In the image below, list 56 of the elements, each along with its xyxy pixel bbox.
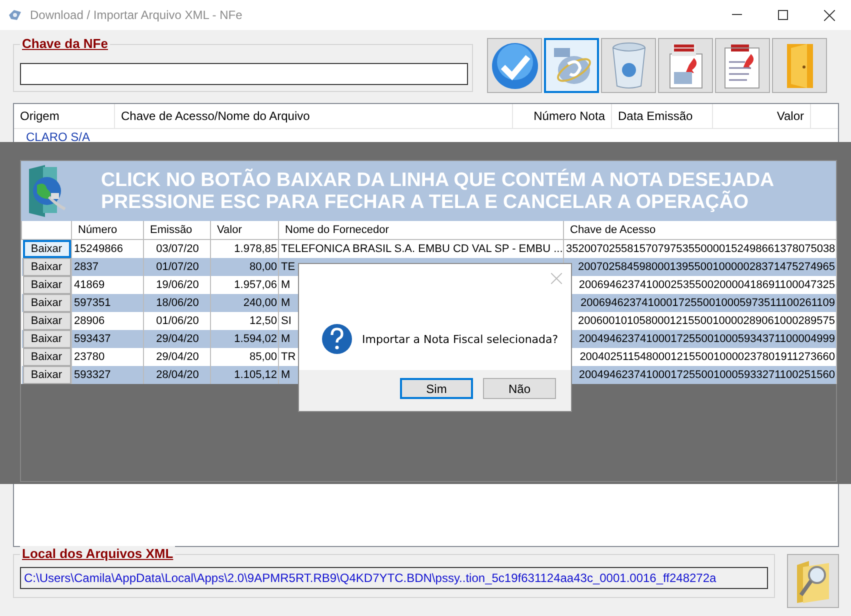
column-header[interactable]: Valor	[713, 104, 811, 128]
path-field[interactable]: C:\Users\Camila\AppData\Local\Apps\2.0\9APMR5RT.RB9\Q4KD7YTC.BDN\pssy..tion_5c19f631124aa43c_0001.0016_ff248272a	[20, 567, 768, 589]
download-button[interactable]: Baixar	[22, 348, 70, 366]
download-button[interactable]: Baixar	[22, 294, 70, 312]
instruction-text: PRESSIONE ESC PARA FECHAR A TELA E CANCELAR A OPERAÇÃO	[101, 191, 750, 213]
column-header[interactable]: Nome do Fornecedor	[278, 221, 564, 240]
table-cell: 1.594,02	[210, 330, 278, 348]
table-cell: 240,00	[210, 294, 278, 312]
table-cell: 28/04/20	[144, 366, 210, 384]
download-button[interactable]: Baixar	[22, 312, 70, 330]
chave-input[interactable]	[20, 63, 468, 85]
door-icon	[784, 42, 814, 90]
toolbar-button[interactable]	[544, 38, 599, 93]
column-header[interactable]: Data Emissão	[612, 104, 713, 128]
dialog-button[interactable]: Sim	[400, 378, 473, 399]
column-header[interactable]: Emissão	[144, 221, 210, 240]
toolbar-button[interactable]	[601, 38, 656, 93]
question-icon	[321, 323, 353, 355]
table-cell: 80,00	[210, 258, 278, 276]
app-icon	[8, 9, 22, 21]
maximize-icon[interactable]	[778, 10, 788, 20]
column-header[interactable]: Origem	[14, 104, 115, 128]
trash-icon	[610, 42, 646, 90]
table-cell: 593437	[72, 330, 144, 348]
column-header[interactable]: Valor	[210, 221, 278, 240]
dialog-button[interactable]: Não	[483, 378, 556, 399]
download-button[interactable]: Baixar	[22, 276, 70, 294]
table-cell: 01/07/20	[144, 258, 210, 276]
table-cell: 597351	[72, 294, 144, 312]
table-cell: 29/04/20	[144, 330, 210, 348]
column-header[interactable]: Número	[72, 221, 144, 240]
download-button[interactable]: Baixar	[22, 258, 70, 276]
group-label: Chave da NFe	[20, 36, 110, 51]
download-button[interactable]: Baixar	[22, 366, 70, 384]
toolbar-button[interactable]	[487, 38, 542, 93]
checkmark-icon	[490, 42, 538, 90]
window-title: Download / Importar Arquivo XML - NFe	[30, 8, 242, 22]
close-icon[interactable]	[824, 10, 835, 20]
group-label: Local dos Arquivos XML	[20, 546, 176, 561]
dialog-message: Importar a Nota Fiscal selecionada?	[362, 332, 558, 346]
instruction-text: CLICK NO BOTÃO BAIXAR DA LINHA QUE CONTÉM A NOTA DESEJADA	[101, 169, 774, 191]
column-header[interactable]: Chave de Acesso/Nome do Arquivo	[115, 104, 513, 128]
toolbar-button[interactable]	[715, 38, 770, 93]
table-cell: 1.105,12	[210, 366, 278, 384]
table-cell: 18/06/20	[144, 294, 210, 312]
download-button[interactable]: Baixar	[22, 240, 70, 258]
table-cell: 2837	[72, 258, 144, 276]
toolbar-button[interactable]	[658, 38, 713, 93]
column-header[interactable]: Chave de Acesso	[564, 221, 836, 240]
table-cell: 200702584598000139550010000028371475274965	[564, 258, 836, 276]
browse-button[interactable]	[787, 554, 839, 608]
download-button[interactable]: Baixar	[22, 330, 70, 348]
column-header[interactable]: Número Nota	[513, 104, 612, 128]
table-cell-text: CLARO S/A	[25, 130, 90, 144]
table-cell: 593327	[72, 366, 144, 384]
minimize-icon[interactable]	[732, 14, 742, 16]
